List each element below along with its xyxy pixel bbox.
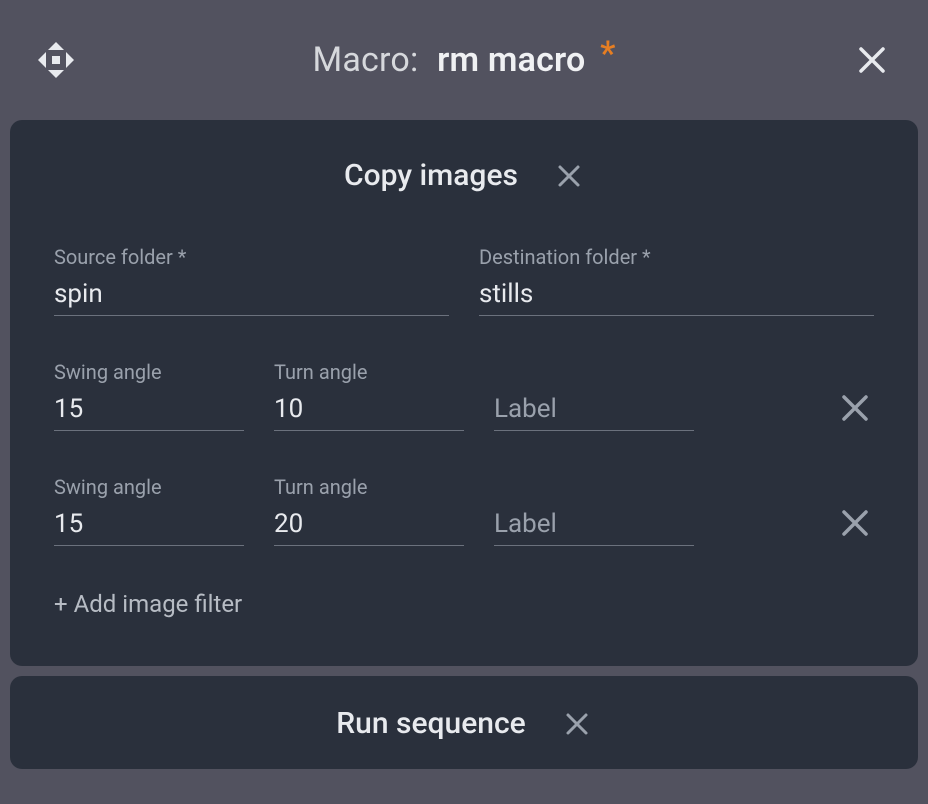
add-image-filter-button[interactable]: + Add image filter — [54, 590, 874, 618]
macro-prefix: Macro: — [312, 40, 418, 80]
remove-filter-button[interactable] — [836, 389, 874, 427]
panel-title-run-sequence: Run sequence — [336, 706, 525, 741]
modified-indicator: * — [600, 34, 615, 74]
filter-label-input[interactable] — [494, 392, 694, 431]
run-sequence-panel: Run sequence — [10, 676, 918, 769]
macro-name: rm macro — [437, 40, 585, 80]
destination-folder-label: Destination folder * — [479, 245, 874, 269]
destination-folder-field: Destination folder * — [479, 245, 874, 316]
remove-filter-button[interactable] — [836, 504, 874, 542]
swing-angle-label: Swing angle — [54, 360, 244, 384]
source-folder-field: Source folder * — [54, 245, 449, 316]
turn-angle-label: Turn angle — [274, 475, 464, 499]
source-folder-label: Source folder * — [54, 245, 449, 269]
filter-row: Swing angle Turn angle — [54, 475, 874, 546]
turn-angle-input[interactable] — [274, 507, 464, 546]
close-macro-button[interactable] — [850, 38, 894, 82]
macro-title: Macro: rm macro * — [78, 40, 850, 80]
turn-angle-input[interactable] — [274, 392, 464, 431]
panel-title-copy-images: Copy images — [344, 158, 518, 193]
close-run-sequence-button[interactable] — [562, 709, 592, 739]
filter-label-input[interactable] — [494, 507, 694, 546]
destination-folder-input[interactable] — [479, 277, 874, 316]
copy-images-panel: Copy images Source folder * Destination … — [10, 120, 918, 666]
turn-angle-label: Turn angle — [274, 360, 464, 384]
move-handle-icon[interactable] — [34, 38, 78, 82]
filter-row: Swing angle Turn angle — [54, 360, 874, 431]
swing-angle-input[interactable] — [54, 507, 244, 546]
swing-angle-label: Swing angle — [54, 475, 244, 499]
source-folder-input[interactable] — [54, 277, 449, 316]
swing-angle-input[interactable] — [54, 392, 244, 431]
close-copy-images-button[interactable] — [554, 161, 584, 191]
macro-header: Macro: rm macro * — [0, 0, 928, 120]
